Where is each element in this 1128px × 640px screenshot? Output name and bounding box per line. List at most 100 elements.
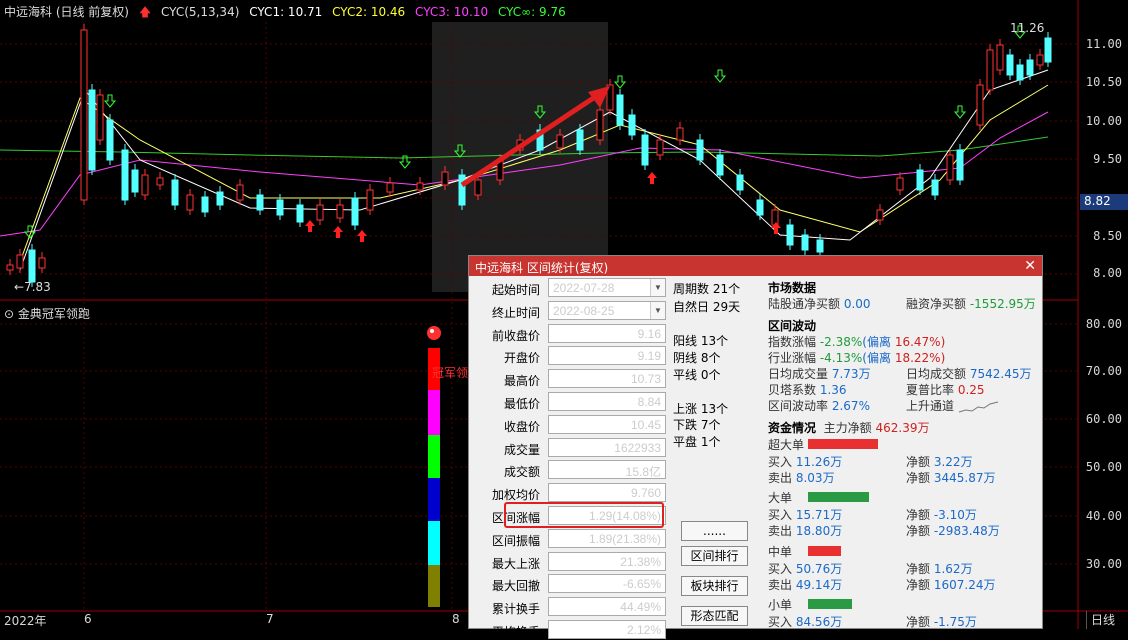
price-tick: 9.50 (1093, 152, 1122, 166)
stat-row: 最大上涨 21.38% (474, 551, 666, 572)
fund-net-row: 净额 3.22万 (906, 455, 973, 469)
chart-header: 中远海科 (日线 前复权) 🡅 CYC(5,13,34) CYC1: 10.71… (4, 3, 572, 24)
stat-label: 平均换手 (491, 625, 540, 639)
candle-body (736, 174, 744, 191)
candle-body (106, 119, 114, 161)
candle-body (131, 169, 139, 193)
collapse-icon[interactable]: ⊙ (4, 307, 14, 321)
sub-axis-tick: 60.00 (1085, 412, 1122, 426)
candle-body (641, 134, 649, 166)
yin-count: 阴线 8个 (673, 351, 721, 365)
high-price-label: 11.26 (1010, 21, 1045, 35)
candle-body (1006, 54, 1014, 76)
interval-rank-button[interactable]: 区间排行 (681, 546, 748, 566)
fund-net-row: 净额 -3.10万 (906, 508, 977, 522)
low-price-label: ←7.83 (14, 280, 51, 294)
candle-body (38, 257, 46, 269)
fund-net2-row: 净额 -2983.48万 (906, 524, 1000, 538)
fund-net2-row: 净额 3445.87万 (906, 471, 996, 485)
fund-buy-row: 买入 15.71万 (768, 508, 843, 522)
hk-connect-row: 陆股通净买额 0.00 (768, 297, 871, 311)
chevron-down-icon[interactable]: ▼ (650, 279, 665, 296)
fund-sell-row: 卖出 8.03万 (768, 471, 835, 485)
candle-body (556, 134, 564, 149)
sector-rank-button[interactable]: 板块排行 (681, 576, 748, 596)
candle-body (876, 209, 884, 221)
sub-axis-tick: 70.00 (1085, 364, 1122, 378)
period-tab-daily[interactable]: 日线 (1086, 611, 1128, 629)
close-icon[interactable]: ✕ (1024, 258, 1036, 274)
sell-signal-icon (953, 105, 967, 119)
signal-bar-segment (428, 478, 440, 521)
stat-label: 最大上涨 (491, 556, 540, 571)
more-button[interactable]: ...... (681, 521, 748, 541)
stat-value: 44.49% (548, 597, 666, 617)
candle-body (216, 191, 224, 206)
stat-value: 10.73 (548, 369, 666, 389)
fund-bar (808, 546, 841, 556)
signal-bar-segment (428, 435, 440, 478)
fund-net-row: 净额 -1.75万 (906, 615, 977, 629)
fund-bar (808, 492, 869, 502)
stat-row: 成交量 1622933 (474, 437, 666, 458)
candle-body (916, 169, 924, 191)
daily-volume-row: 日均成交量 7.73万 (768, 367, 871, 381)
price-tick: 10.00 (1085, 114, 1122, 128)
candle-body (236, 184, 244, 201)
dialog-title-bar[interactable]: 中远海科 区间统计(复权) ✕ (469, 256, 1042, 276)
price-tick: 10.50 (1085, 75, 1122, 89)
stat-row: 最低价 8.84 (474, 392, 666, 412)
stat-row: 终止时间 2022-08-25 ▼ (474, 300, 666, 321)
sharpe-row: 夏普比率 0.25 (906, 383, 985, 397)
stat-row: 加权均价 9.760 (474, 483, 666, 503)
stat-row: 前收盘价 9.16 (474, 323, 666, 344)
current-price-tag: 8.82 (1080, 194, 1128, 210)
candle-body (771, 209, 779, 226)
stock-title[interactable]: 中远海科 (日线 前复权) (4, 5, 129, 19)
margin-row: 融资净买额 -1552.95万 (906, 297, 1036, 311)
candle-body (1044, 37, 1052, 63)
pattern-match-button[interactable]: 形态匹配 (681, 606, 748, 626)
sub-axis-tick: 40.00 (1085, 509, 1122, 523)
sub-axis-tick: 80.00 (1085, 317, 1122, 331)
candle-body (676, 127, 684, 141)
stat-label: 成交量 (503, 442, 540, 457)
price-tick: 8.00 (1093, 266, 1122, 280)
champion-label: 冠军领 (432, 366, 469, 380)
cyc3-value: CYC3: 10.10 (415, 5, 489, 19)
stat-row: 起始时间 2022-07-28 ▼ (474, 278, 666, 298)
candle-body (16, 254, 24, 269)
industry-change-row: 行业涨幅 -4.13%(偏离 18.22%) (768, 351, 946, 365)
fund-buy-row: 买入 50.76万 (768, 562, 843, 576)
stat-row: 累计换手 44.49% (474, 597, 666, 617)
stat-row: 收盘价 10.45 (474, 414, 666, 435)
indicator-name[interactable]: CYC(5,13,34) (161, 5, 239, 19)
ball-highlight (430, 329, 434, 333)
date-tick: 8 (452, 612, 460, 626)
yang-count: 阳线 13个 (673, 334, 729, 348)
buy-signal-icon (305, 220, 315, 232)
price-tick: 11.00 (1085, 37, 1122, 51)
fund-net-row: 净额 1.62万 (906, 562, 973, 576)
signal-bar-segment (428, 521, 440, 565)
buy-signal-icon (647, 172, 657, 184)
sub-indicator-name[interactable]: 金典冠军领跑 (18, 307, 90, 321)
candle-body (441, 171, 449, 186)
date-picker[interactable]: 2022-08-25 ▼ (548, 300, 666, 320)
fund-bar (808, 439, 878, 449)
stat-value: 9.16 (548, 323, 666, 343)
candle-body (628, 114, 636, 136)
stat-row: 最大回撤 -6.65% (474, 574, 666, 594)
candle-body (351, 197, 359, 226)
date-picker[interactable]: 2022-07-28 ▼ (548, 278, 666, 297)
stat-label: 最低价 (503, 397, 540, 411)
candle-body (616, 94, 624, 126)
stat-value: 9.19 (548, 346, 666, 366)
chevron-down-icon[interactable]: ▼ (650, 301, 665, 319)
cyc2-value: CYC2: 10.46 (332, 5, 406, 19)
candle-body (1026, 59, 1034, 76)
candle-body (276, 199, 284, 216)
candle-body (956, 149, 964, 181)
signal-bar-segment (428, 565, 440, 607)
cyc1-value: CYC1: 10.71 (249, 5, 323, 19)
